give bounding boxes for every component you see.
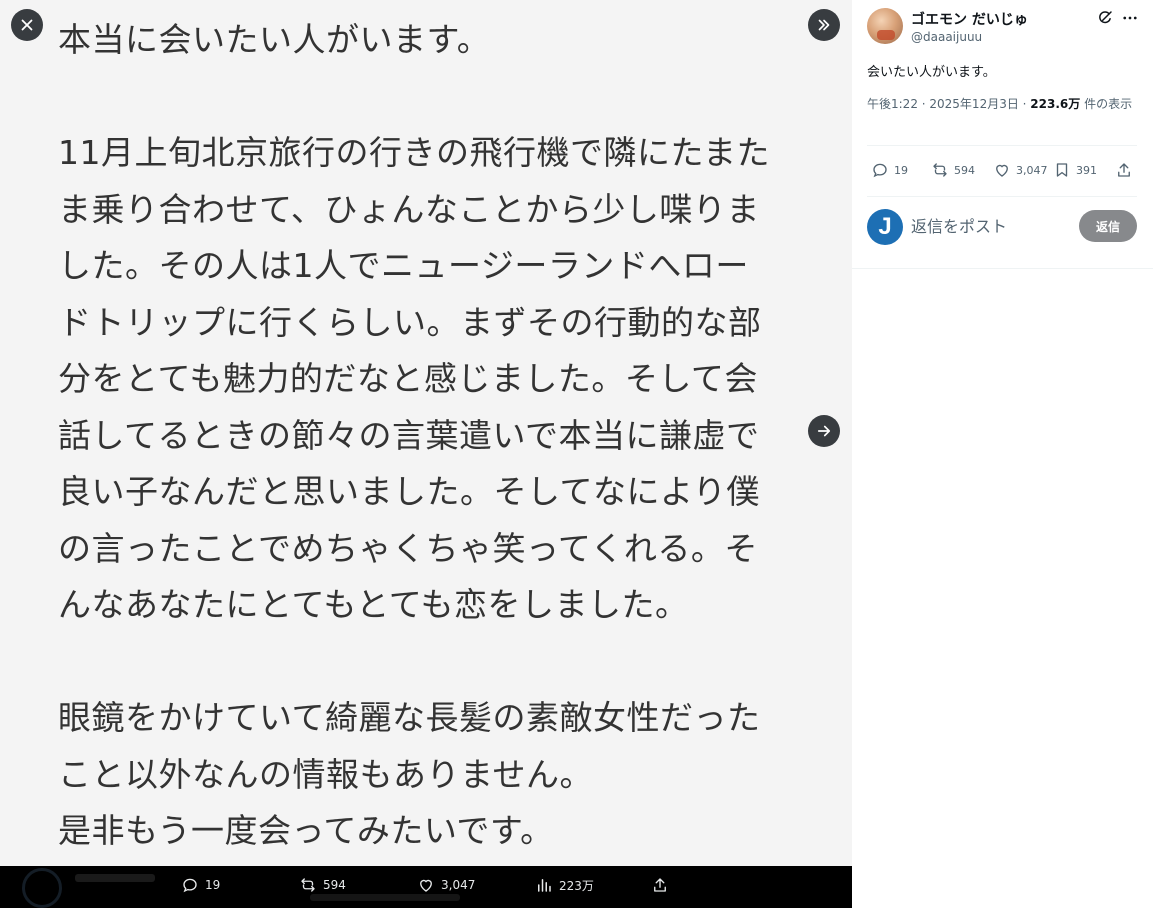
current-user-avatar: J xyxy=(867,209,903,245)
repost-button[interactable]: 594 xyxy=(931,161,975,179)
share-icon xyxy=(654,878,666,892)
share-button[interactable] xyxy=(1115,161,1133,179)
divider xyxy=(867,196,1137,197)
image-line: 11月上旬北京旅行の行きの飛行機で隣にたまた xyxy=(58,133,771,172)
like-count: 3,047 xyxy=(1016,163,1048,177)
like-count: 3,047 xyxy=(441,878,476,892)
close-button[interactable] xyxy=(11,9,43,41)
views-chart-icon xyxy=(538,879,551,892)
repost-count: 594 xyxy=(323,878,346,892)
image-blank-line xyxy=(58,69,798,126)
image-line: 話してるときの節々の言葉遣いで本当に謙虚で xyxy=(58,415,760,455)
collapse-sidebar-button[interactable] xyxy=(808,9,840,41)
media-action-bar: 19 594 3,047 223万 xyxy=(0,866,852,908)
reply-count: 19 xyxy=(894,163,908,177)
reply-button[interactable]: 19 xyxy=(181,876,220,894)
bookmark-button[interactable]: 391 xyxy=(1053,161,1097,179)
author-handle[interactable]: @daaaijuuu xyxy=(911,30,982,44)
reply-icon xyxy=(873,163,887,178)
arrow-right-icon xyxy=(817,425,831,437)
next-image-button[interactable] xyxy=(808,415,840,447)
image-line: 眼鏡をかけていて綺麗な長髪の素敵女性だった xyxy=(58,698,761,737)
post-timestamp[interactable]: 午後1:22 · 2025年12月3日 · xyxy=(867,97,1030,111)
background-avatar xyxy=(22,868,62,908)
image-blank-line xyxy=(58,634,798,691)
reply-submit-button[interactable]: 返信 xyxy=(1079,210,1137,242)
divider xyxy=(867,145,1137,146)
background-text xyxy=(75,874,155,882)
background-text xyxy=(310,894,460,901)
heart-icon xyxy=(420,879,432,892)
more-options-icon[interactable] xyxy=(1121,9,1139,27)
bookmark-icon xyxy=(1056,163,1068,177)
close-icon xyxy=(21,19,33,31)
image-line: した。その人は1人でニュージーランドへロー xyxy=(58,246,749,285)
media-viewer-page: 本当に会いたい人がいます。 11月上旬北京旅行の行きの飛行機で隣にたまた ま乗り… xyxy=(0,0,1153,908)
image-line: んなあなたにとてもとても恋をしました。 xyxy=(58,585,689,624)
image-line: 分をとても魅力的だなと感じました。そして会 xyxy=(58,359,758,398)
repost-button[interactable]: 594 xyxy=(299,876,346,894)
image-line: の言ったことでめちゃくちゃ笑ってくれる。そ xyxy=(58,528,758,568)
reply-input[interactable] xyxy=(911,214,1071,238)
like-button[interactable]: 3,047 xyxy=(417,876,475,894)
author-display-name[interactable]: ゴエモン だいじゅ xyxy=(911,9,1028,29)
post-views-count: 223.6万 xyxy=(1030,97,1081,111)
heart-icon xyxy=(996,164,1008,177)
post-text: 会いたい人がいます。 xyxy=(867,65,996,80)
image-line: ドトリップに行くらしい。まずその行動的な部 xyxy=(58,302,762,342)
post-actions: 19 594 3,047 391 xyxy=(867,161,1137,185)
like-button[interactable]: 3,047 xyxy=(993,161,1048,179)
image-line: ま乗り合わせて、ひょんなことから少し喋りま xyxy=(58,189,760,229)
repost-count: 594 xyxy=(954,163,975,177)
media-viewer: 本当に会いたい人がいます。 11月上旬北京旅行の行きの飛行機で隣にたまた ま乗り… xyxy=(0,0,852,908)
image-line: 良い子なんだと思いました。そしてなにより僕 xyxy=(58,472,760,511)
image-text: 本当に会いたい人がいます。 11月上旬北京旅行の行きの飛行機で隣にたまた ま乗り… xyxy=(58,12,798,860)
grok-icon[interactable] xyxy=(1096,9,1114,27)
image-line: 是非もう一度会ってみたいです。 xyxy=(58,811,554,850)
post-views-label: 件の表示 xyxy=(1080,97,1133,111)
author-avatar[interactable] xyxy=(867,8,903,44)
image-line: こと以外なんの情報もありません。 xyxy=(58,754,594,794)
views-count: 223万 xyxy=(559,878,594,893)
post-meta: 午後1:22 · 2025年12月3日 · 223.6万 件の表示 xyxy=(867,94,1137,114)
reply-button[interactable]: 19 xyxy=(871,161,908,179)
share-icon xyxy=(1118,163,1130,177)
views-button[interactable]: 223万 xyxy=(535,876,594,894)
repost-icon xyxy=(933,163,947,177)
reply-count: 19 xyxy=(205,878,221,892)
reply-icon xyxy=(183,878,197,893)
bookmark-count: 391 xyxy=(1076,163,1097,177)
image-line: 本当に会いたい人がいます。 xyxy=(58,20,491,59)
double-chevron-right-icon xyxy=(818,19,830,31)
share-button[interactable] xyxy=(651,876,669,894)
post-image[interactable]: 本当に会いたい人がいます。 11月上旬北京旅行の行きの飛行機で隣にたまた ま乗り… xyxy=(0,0,852,866)
repost-icon xyxy=(301,878,315,892)
